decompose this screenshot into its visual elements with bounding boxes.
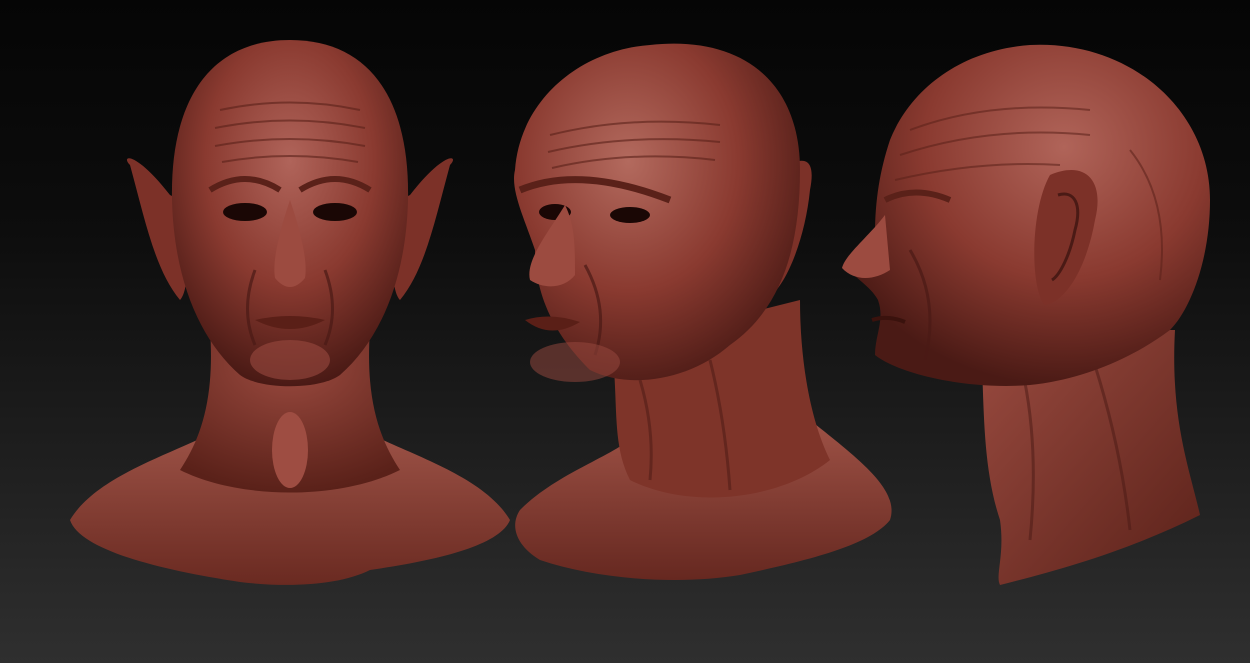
- right-eye-socket: [313, 203, 357, 221]
- right-eye-socket: [610, 207, 650, 223]
- nose: [842, 215, 890, 278]
- sculpt-viewport: [0, 0, 1250, 663]
- chin: [250, 340, 330, 380]
- left-eye-socket: [223, 203, 267, 221]
- bust-profile-figure: [842, 44, 1210, 585]
- bust-front-figure: [70, 40, 510, 585]
- head: [845, 44, 1210, 386]
- jowl: [530, 342, 620, 382]
- adams-apple: [272, 412, 308, 488]
- bust-profile-view: [830, 0, 1230, 663]
- bust-front-view: [40, 0, 540, 663]
